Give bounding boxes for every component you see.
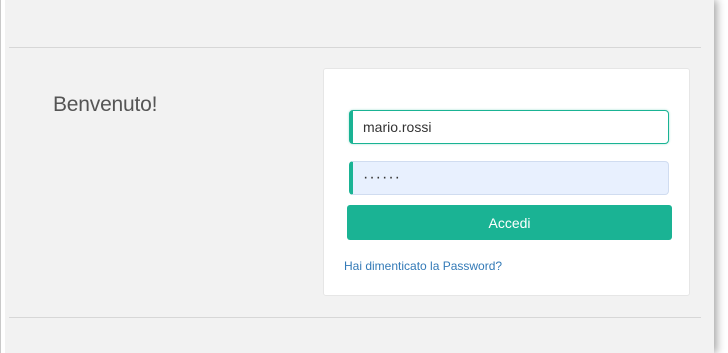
login-button[interactable]: Accedi	[347, 205, 672, 240]
app-window: Benvenuto! Accedi Hai dimenticato la Pas…	[0, 0, 714, 353]
forgot-password-link[interactable]: Hai dimenticato la Password?	[344, 259, 502, 273]
login-card: Accedi Hai dimenticato la Password?	[323, 68, 690, 296]
welcome-heading: Benvenuto!	[53, 93, 158, 116]
password-field[interactable]	[349, 161, 669, 195]
bottom-divider	[9, 317, 701, 318]
username-field[interactable]	[349, 110, 669, 144]
top-divider	[9, 47, 701, 48]
